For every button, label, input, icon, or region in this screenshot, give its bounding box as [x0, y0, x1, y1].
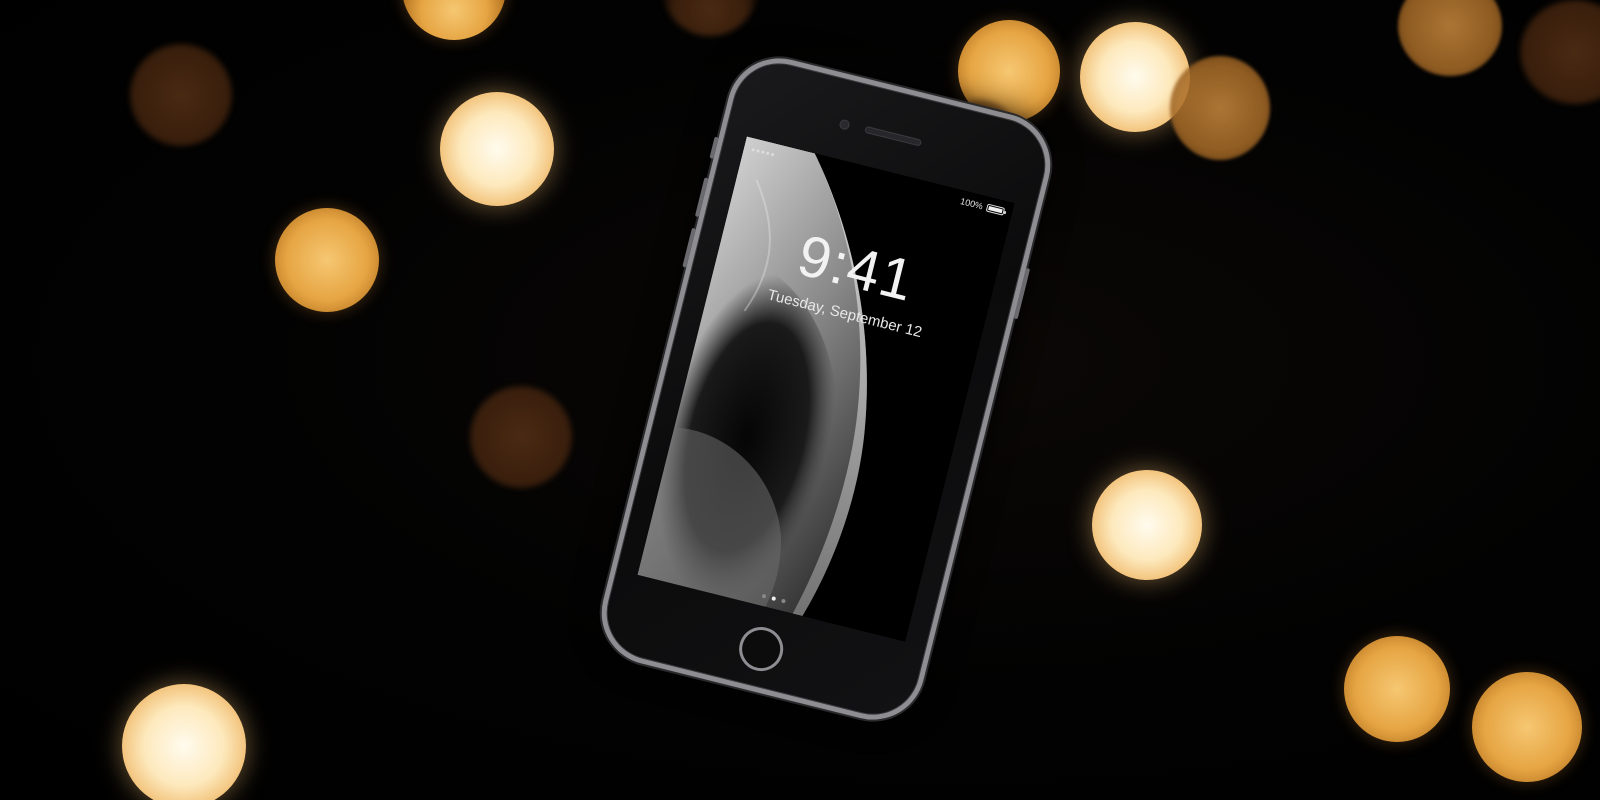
volume-down-button	[682, 227, 696, 268]
wallpaper	[637, 136, 1015, 642]
signal-icon	[751, 147, 775, 156]
page-dot	[771, 596, 777, 602]
page-dot	[761, 593, 767, 599]
smartphone: 100% 9:41 Tuesday, September 12	[590, 47, 1062, 731]
bokeh-light	[402, 0, 506, 40]
bokeh-light	[1170, 56, 1270, 160]
bokeh-light	[1472, 672, 1582, 782]
home-button[interactable]	[734, 622, 788, 676]
bokeh-light	[1520, 0, 1600, 104]
photo-scene: 100% 9:41 Tuesday, September 12	[0, 0, 1600, 800]
lock-screen: 100% 9:41 Tuesday, September 12	[637, 136, 1015, 642]
power-button	[1013, 267, 1031, 320]
page-dot	[781, 598, 786, 604]
bokeh-light	[662, 0, 758, 36]
bokeh-light	[130, 44, 232, 146]
volume-up-button	[694, 177, 709, 218]
bokeh-light	[275, 208, 379, 312]
front-camera	[839, 119, 850, 130]
bokeh-light	[440, 92, 554, 206]
bokeh-light	[1092, 470, 1202, 580]
bokeh-light	[1344, 636, 1450, 742]
bokeh-light	[122, 684, 246, 800]
earpiece-speaker	[865, 127, 921, 146]
battery-icon	[985, 203, 1006, 216]
bokeh-light	[470, 386, 572, 488]
bokeh-light	[1398, 0, 1502, 76]
mute-switch	[709, 136, 719, 159]
